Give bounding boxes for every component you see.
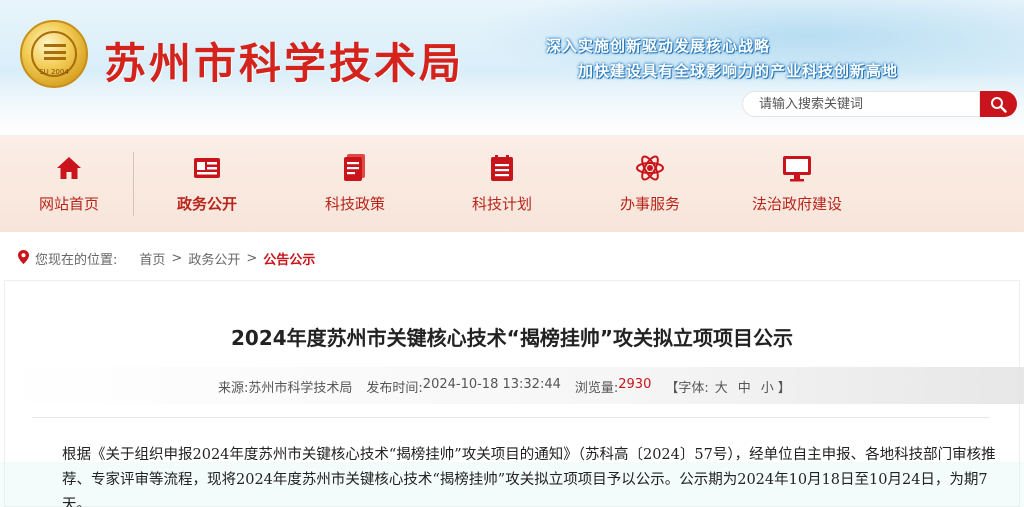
site-title[interactable]: 苏州市科学技术局 <box>104 30 464 91</box>
nav-item-tech-plan[interactable]: 科技计划 <box>471 135 533 232</box>
nav-item-services[interactable]: 办事服务 <box>619 135 681 232</box>
article-meta: 来源: 苏州市科学技术局 发布时间: 2024-10-18 13:32:44 浏… <box>218 377 791 396</box>
nav-label: 法治政府建设 <box>752 195 843 213</box>
nav-label: 科技政策 <box>324 195 385 213</box>
font-size-close: 】 <box>777 381 791 396</box>
site-header: SU 2004 苏州市科学技术局 深入实施创新驱动发展核心战略 加快建设具有全球… <box>0 0 1024 135</box>
main-nav: 网站首页 政务公开 科技政策 科技计划 办事服务 法治政府建设 <box>0 135 1024 232</box>
views-label: 浏览量: <box>574 381 619 396</box>
nav-item-home[interactable]: 网站首页 <box>38 135 100 232</box>
slogan-line2: 加快建设具有全球影响力的产业科技创新高地 <box>578 62 899 80</box>
article-body: 根据《关于组织申报2024年度苏州市关键核心技术“揭榜挂帅”攻关项目的通知》（苏… <box>62 447 996 507</box>
nav-label: 网站首页 <box>38 195 99 213</box>
nav-item-tech-policy[interactable]: 科技政策 <box>324 135 386 232</box>
logo-emblem-icon <box>44 44 66 60</box>
document-icon <box>340 153 370 183</box>
atom-icon <box>635 153 665 183</box>
nav-item-government-affairs[interactable]: 政务公开 <box>176 135 238 232</box>
published-label: 发布时间: <box>366 381 423 396</box>
source-value: 苏州市科学技术局 <box>248 381 353 396</box>
search-icon <box>991 96 1007 113</box>
font-medium-button[interactable]: 中 <box>738 377 751 396</box>
breadcrumb-current[interactable]: 公告公示 <box>263 249 315 268</box>
breadcrumb: 您现在的位置: 首页 > 政务公开 > 公告公示 <box>18 249 321 268</box>
breadcrumb-government-affairs[interactable]: 政务公开 <box>188 249 240 268</box>
published-value: 2024-10-18 13:32:44 <box>422 377 561 392</box>
location-pin-icon <box>18 249 29 268</box>
search-button[interactable] <box>980 91 1017 117</box>
views-count: 2930 <box>618 377 652 392</box>
slogan-line1: 深入实施创新驱动发展核心战略 <box>546 37 771 55</box>
monitor-icon <box>782 153 812 183</box>
breadcrumb-prefix: 您现在的位置: <box>35 253 118 268</box>
source-label: 来源: <box>218 381 249 396</box>
font-size-label: 【字体: <box>665 381 709 396</box>
nav-label: 办事服务 <box>619 195 680 213</box>
divider <box>32 417 990 418</box>
id-card-icon <box>192 153 222 183</box>
list-icon <box>487 153 517 183</box>
nav-divider <box>133 152 134 216</box>
home-icon <box>54 153 84 183</box>
font-small-button[interactable]: 小 <box>761 377 774 396</box>
breadcrumb-separator: > <box>246 251 258 266</box>
nav-item-rule-of-law[interactable]: 法治政府建设 <box>752 135 842 232</box>
site-logo[interactable]: SU 2004 <box>20 20 88 88</box>
search-box <box>742 91 980 117</box>
logo-year: SU 2004 <box>39 68 69 76</box>
breadcrumb-separator: > <box>171 251 183 266</box>
font-large-button[interactable]: 大 <box>715 377 728 396</box>
nav-label: 科技计划 <box>471 195 532 213</box>
breadcrumb-home[interactable]: 首页 <box>139 249 165 268</box>
article-title: 2024年度苏州市关键核心技术“揭榜挂帅”攻关拟立项项目公示 <box>231 326 793 350</box>
nav-label: 政务公开 <box>176 195 237 213</box>
search-input[interactable] <box>759 92 979 116</box>
